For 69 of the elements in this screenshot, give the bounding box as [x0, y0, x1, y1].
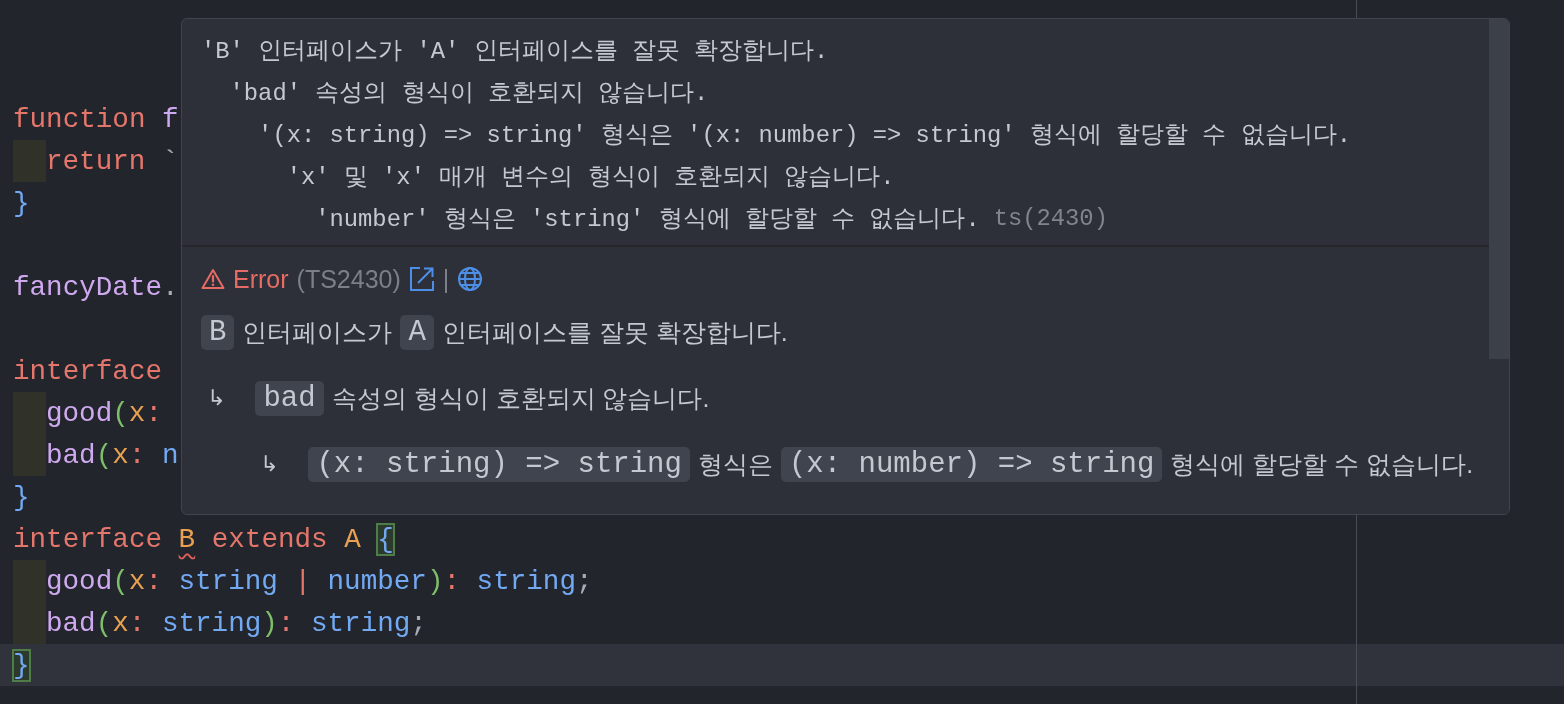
code-token: )	[426, 565, 444, 597]
code-token: ;	[575, 565, 593, 597]
code-token: return	[46, 145, 146, 177]
code-token: bad	[46, 607, 96, 639]
nested-arrow: ↳	[260, 451, 279, 477]
code-token: x	[128, 565, 146, 597]
code-token: extends	[211, 523, 328, 555]
code-span: (x: number) => string	[780, 446, 1163, 482]
warning-icon	[201, 268, 225, 290]
error-code: ts(2430)	[993, 204, 1108, 232]
message-text: 'bad' 속성의 형식이 호환되지 않습니다.	[229, 79, 709, 108]
code-token: :	[277, 607, 295, 639]
external-link-icon[interactable]	[408, 266, 435, 292]
message-text: 'B' 인터페이스가 'A' 인터페이스를 잘못 확장합니다.	[201, 37, 829, 66]
code-token: f	[162, 103, 179, 135]
code-token: string	[178, 565, 278, 597]
code-token: }	[13, 481, 30, 513]
code-token: (	[112, 565, 129, 597]
matched-bracket: }	[13, 649, 30, 681]
message-text: 인터페이스가	[242, 316, 393, 348]
message-text: 형식은	[697, 448, 773, 480]
message-text: 인터페이스를 잘못 확장합니다.	[441, 316, 788, 348]
code-token: }	[13, 187, 30, 219]
code-token: interface	[13, 523, 163, 555]
code-token: x	[112, 607, 129, 639]
code-token: :	[443, 565, 461, 597]
code-token: bad	[46, 439, 96, 471]
code-span: bad	[255, 380, 324, 416]
separator: |	[442, 264, 450, 294]
code-token: )	[261, 607, 278, 639]
message-text: 속성의 형식이 호환되지 않습니다.	[331, 382, 710, 414]
code-token: A	[344, 523, 361, 555]
error-code: (TS2430)	[296, 264, 401, 294]
code-token: :	[145, 397, 162, 429]
code-span: A	[400, 314, 434, 350]
globe-icon[interactable]	[457, 266, 484, 292]
code-token: good	[46, 397, 113, 429]
message-text: '(x: string) => string' 형식은 '(x: number) => string' 형식에 할당할 수 없습니다.	[258, 121, 1351, 150]
message-text: 'x' 및 'x' 매개 변수의 형식이 호환되지 않습니다.	[286, 163, 895, 192]
code-token: |	[294, 565, 311, 597]
code-token: good	[46, 565, 113, 597]
matched-bracket: {	[377, 523, 394, 555]
message-text: 'number' 형식은 'string' 형식에 할당할 수 없습니다.	[315, 205, 980, 234]
code-token: x	[128, 397, 146, 429]
code-token: :	[128, 439, 146, 471]
error-label: Error	[233, 264, 289, 294]
scrollbar-thumb[interactable]	[1489, 19, 1509, 359]
code-token: function	[13, 103, 146, 135]
code-token: n	[161, 439, 179, 471]
code-token: `	[161, 145, 179, 177]
code-token: fancyDate	[13, 271, 163, 303]
code-token: interface	[13, 355, 163, 387]
nested-arrow: ↳	[207, 385, 226, 411]
code-token: .	[162, 271, 179, 303]
code-token: string	[311, 607, 411, 639]
code-token: B	[178, 523, 196, 555]
code-span: B	[201, 314, 235, 350]
code-token: (	[95, 607, 113, 639]
code-token: x	[112, 439, 129, 471]
code-span: (x: string) => string	[308, 446, 690, 482]
message-text: 형식에 할당할 수 없습니다.	[1170, 448, 1474, 480]
code-token: :	[145, 565, 162, 597]
code-token: string	[161, 607, 262, 639]
code-token: (	[112, 397, 129, 429]
code-token: number	[327, 565, 427, 597]
code-token: :	[128, 607, 146, 639]
code-token: (	[95, 439, 113, 471]
code-token: ;	[410, 607, 427, 639]
code-token: string	[476, 565, 576, 597]
